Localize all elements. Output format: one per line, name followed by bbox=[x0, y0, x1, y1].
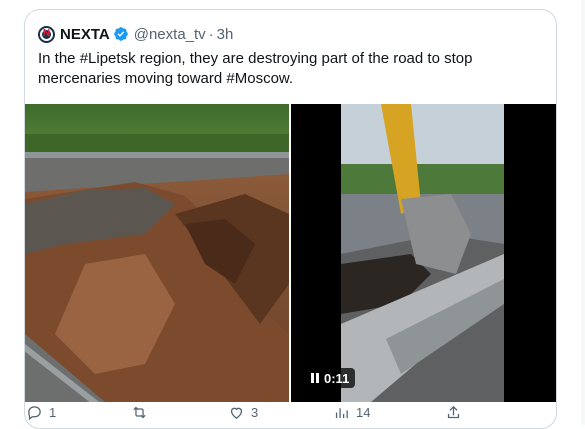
display-name[interactable]: NEXTA bbox=[60, 26, 110, 43]
heart-icon bbox=[230, 407, 243, 419]
views-button[interactable]: 14 bbox=[333, 404, 370, 421]
views-icon bbox=[335, 408, 348, 419]
share-button[interactable] bbox=[445, 404, 468, 421]
road-photo-image bbox=[25, 104, 289, 402]
handle[interactable]: @nexta_tv bbox=[134, 26, 206, 43]
views-count: 14 bbox=[356, 405, 371, 420]
tweet-card[interactable]: N NEXTA @nexta_tv · 3h In the #Lipetsk r… bbox=[24, 9, 557, 429]
like-button[interactable]: 3 bbox=[228, 404, 258, 421]
pause-icon[interactable] bbox=[311, 373, 319, 383]
retweet-icon bbox=[133, 406, 146, 419]
tweet-text: In the #Lipetsk region, they are destroy… bbox=[38, 50, 473, 87]
like-count: 3 bbox=[251, 405, 259, 420]
tweet-header: N NEXTA @nexta_tv · 3h bbox=[38, 23, 233, 45]
avatar-letter: N bbox=[42, 28, 51, 39]
excavator-video-frame bbox=[291, 104, 556, 402]
separator-dot: · bbox=[208, 25, 214, 43]
video-duration-badge[interactable]: 0:11 bbox=[305, 368, 356, 388]
reply-count: 1 bbox=[49, 405, 57, 420]
retweet-button[interactable] bbox=[131, 404, 154, 421]
reply-button[interactable]: 1 bbox=[26, 404, 56, 421]
timestamp[interactable]: 3h bbox=[217, 26, 234, 43]
verified-badge-icon bbox=[113, 26, 129, 42]
share-icon bbox=[447, 405, 460, 419]
media-grid: 0:11 bbox=[25, 104, 556, 402]
avatar[interactable]: N bbox=[38, 25, 55, 43]
page-scrollbar[interactable] bbox=[581, 0, 585, 425]
action-bar: 1 3 14 bbox=[0, 404, 585, 424]
video-duration: 0:11 bbox=[324, 370, 350, 386]
road-excavation-photo[interactable] bbox=[25, 104, 289, 402]
reply-icon bbox=[28, 406, 41, 421]
excavator-video[interactable]: 0:11 bbox=[291, 104, 556, 402]
